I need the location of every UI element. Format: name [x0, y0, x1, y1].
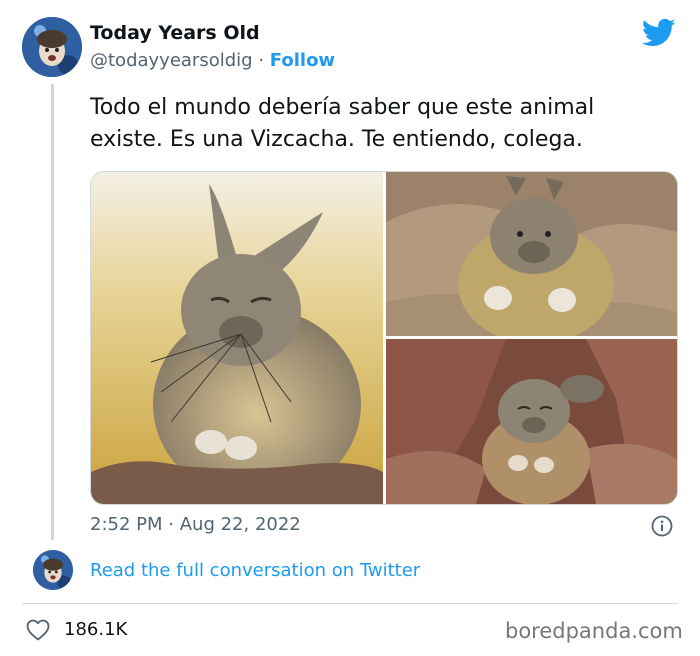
author-name[interactable]: Today Years Old: [90, 22, 260, 44]
like-count: 186.1K: [64, 619, 128, 640]
handle-separator: ·: [258, 50, 265, 71]
tweet-text: Todo el mundo debería saber que este ani…: [90, 95, 595, 152]
tweet-date: Aug 22, 2022: [179, 514, 301, 535]
info-icon[interactable]: [651, 515, 673, 537]
author-handle[interactable]: @todayyearsoldig: [90, 50, 253, 71]
reply-avatar-image: [33, 550, 73, 590]
thread-line: [51, 84, 54, 540]
watermark: boredpanda.com: [505, 619, 683, 643]
reply-avatar[interactable]: [33, 550, 73, 590]
media-photo-3[interactable]: [386, 339, 677, 504]
author-avatar-image: [22, 17, 82, 77]
tweet-timestamp[interactable]: 2:52 PM · Aug 22, 2022: [90, 514, 301, 535]
media-photo-1[interactable]: [91, 172, 383, 504]
tweet-time: 2:52 PM: [90, 514, 163, 535]
divider: [22, 603, 678, 604]
follow-button[interactable]: Follow: [270, 50, 335, 71]
read-conversation-link[interactable]: Read the full conversation on Twitter: [90, 560, 420, 581]
twitter-bird-icon[interactable]: [641, 18, 676, 48]
heart-icon[interactable]: [26, 619, 50, 641]
media-grid: [90, 171, 678, 505]
handle-row: @todayyearsoldig · Follow: [90, 50, 335, 71]
author-avatar[interactable]: [22, 17, 82, 77]
media-photo-2[interactable]: [386, 172, 677, 336]
time-separator: ·: [168, 514, 174, 535]
